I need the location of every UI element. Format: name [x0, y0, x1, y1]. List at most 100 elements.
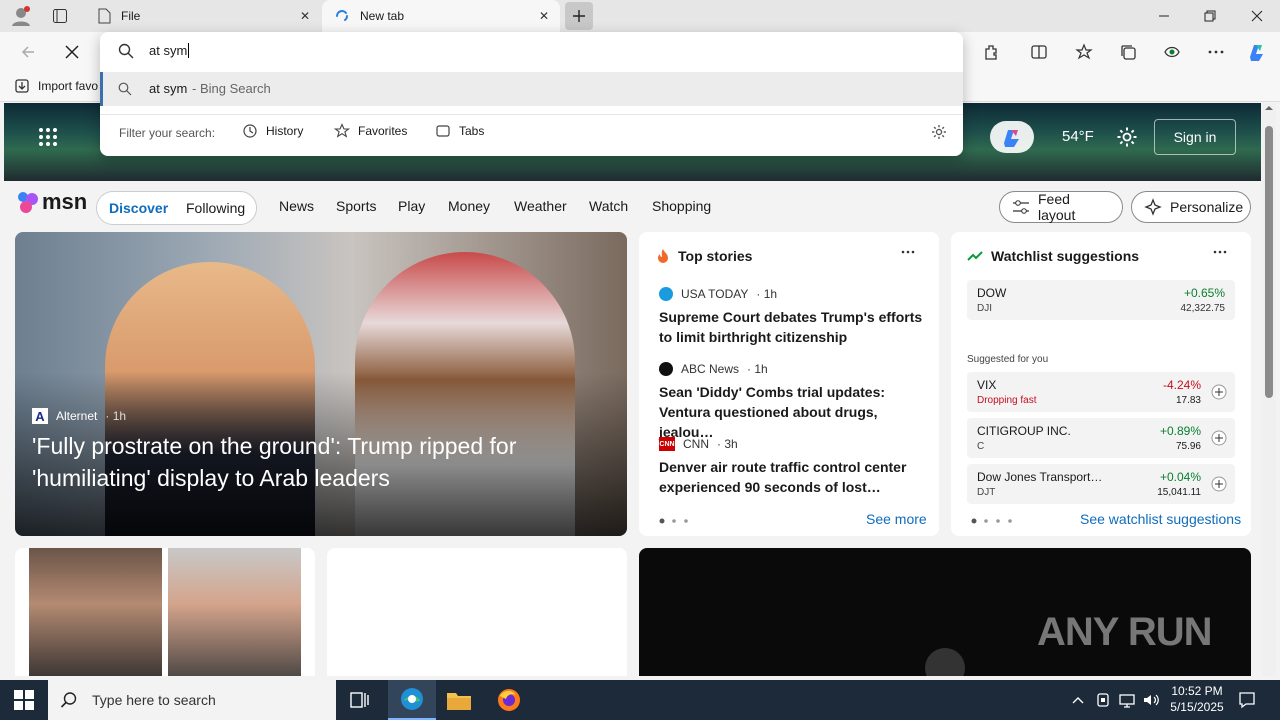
tabs-icon: [435, 123, 451, 139]
segment-discover[interactable]: Discover: [109, 200, 168, 216]
stock-sub: C: [977, 441, 985, 452]
story-item[interactable]: USA TODAY · 1h Supreme Court debates Tru…: [659, 287, 929, 347]
search-settings-gear-icon[interactable]: [931, 124, 947, 140]
add-to-watchlist-icon[interactable]: [1211, 476, 1227, 492]
suggestion-query: at sym: [149, 81, 188, 96]
edge-taskbar-icon[interactable]: [388, 680, 436, 720]
firefox-icon[interactable]: [496, 687, 522, 713]
more-options-icon[interactable]: [1202, 38, 1230, 66]
see-watchlist-link[interactable]: See watchlist suggestions: [1080, 511, 1241, 527]
stock-row[interactable]: CITIGROUP INC. C +0.89% 75.96: [967, 418, 1235, 458]
network-icon[interactable]: [1119, 692, 1135, 708]
stock-row[interactable]: Dow Jones Transport… DJT +0.04% 15,041.1…: [967, 464, 1235, 504]
stock-sub: DJT: [977, 487, 996, 498]
collections-icon[interactable]: [1114, 38, 1142, 66]
hero-source: A Alternet · 1h: [32, 408, 126, 424]
search-suggestion[interactable]: at sym - Bing Search: [100, 72, 963, 106]
nav-shopping[interactable]: Shopping: [652, 198, 711, 214]
restore-button[interactable]: [1187, 0, 1233, 32]
story-source: CNN CNN · 3h: [659, 437, 929, 451]
story-photo-left: [29, 548, 162, 676]
profile-icon[interactable]: [10, 5, 32, 27]
segment-following[interactable]: Following: [186, 200, 245, 216]
settings-gear-icon[interactable]: [1116, 126, 1138, 148]
tab-label: File: [121, 9, 141, 23]
chevron-up-icon[interactable]: [1071, 693, 1085, 707]
more-icon[interactable]: [1213, 249, 1227, 255]
nav-sports[interactable]: Sports: [336, 198, 376, 214]
back-arrow-icon[interactable]: [14, 38, 42, 66]
abc-news-logo-icon: [659, 362, 673, 376]
watchlist-header: Watchlist suggestions: [967, 248, 1139, 264]
close-window-button[interactable]: [1234, 0, 1280, 32]
add-to-watchlist-icon[interactable]: [1211, 430, 1227, 446]
new-tab-button[interactable]: [565, 2, 593, 30]
more-icon[interactable]: [901, 249, 915, 255]
taskbar-search-box[interactable]: Type here to search: [48, 680, 336, 720]
filter-history[interactable]: History: [242, 123, 303, 139]
add-to-watchlist-icon[interactable]: [1211, 384, 1227, 400]
filter-favorites[interactable]: Favorites: [334, 123, 407, 139]
personalize-label: Personalize: [1170, 199, 1244, 215]
story-card-image[interactable]: [15, 548, 315, 676]
stock-sub: Dropping fast: [977, 395, 1037, 406]
windows-start-icon[interactable]: [14, 690, 34, 710]
story-card-empty[interactable]: [327, 548, 627, 676]
minimize-button[interactable]: [1141, 0, 1187, 32]
nav-news[interactable]: News: [279, 198, 314, 214]
copilot-page-icon[interactable]: [990, 121, 1034, 153]
stock-change: +0.65%: [1183, 286, 1225, 300]
story-item[interactable]: ABC News · 1h Sean 'Diddy' Combs trial u…: [659, 362, 929, 442]
tab-new-tab[interactable]: New tab ✕: [322, 0, 560, 32]
import-favorites-link[interactable]: Import favo: [14, 78, 98, 94]
split-screen-icon[interactable]: [1025, 38, 1053, 66]
carousel-dots[interactable]: [971, 518, 1015, 524]
stop-loading-icon[interactable]: [58, 38, 86, 66]
close-tab-icon[interactable]: ✕: [536, 8, 552, 24]
security-icon[interactable]: [1096, 692, 1110, 708]
feed-layout-button[interactable]: Feed layout: [999, 191, 1123, 223]
browser-essentials-icon[interactable]: [1158, 38, 1186, 66]
favorites-star-icon[interactable]: [1070, 38, 1098, 66]
msn-logo[interactable]: msn: [16, 189, 87, 215]
sign-in-button[interactable]: Sign in: [1154, 119, 1236, 155]
personalize-button[interactable]: Personalize: [1131, 191, 1251, 223]
hero-headline[interactable]: 'Fully prostrate on the ground': Trump r…: [32, 430, 592, 494]
address-input[interactable]: at sym: [149, 43, 190, 58]
story-item[interactable]: CNN CNN · 3h Denver air route traffic co…: [659, 437, 929, 497]
filter-favorites-label: Favorites: [358, 124, 408, 138]
nav-money[interactable]: Money: [448, 198, 490, 214]
system-clock[interactable]: 10:52 PM 5/15/2025: [1166, 683, 1228, 715]
video-card[interactable]: ANY RUN: [639, 548, 1251, 676]
stock-row-dow[interactable]: DOW DJI +0.65% 42,322.75: [967, 280, 1235, 320]
carousel-dots[interactable]: [659, 518, 693, 524]
task-view-icon[interactable]: [350, 690, 370, 710]
nav-play[interactable]: Play: [398, 198, 425, 214]
apps-grid-icon[interactable]: [38, 127, 58, 147]
nav-watch[interactable]: Watch: [589, 198, 628, 214]
tab-file[interactable]: File ✕: [85, 0, 321, 32]
video-play-icon[interactable]: [925, 648, 965, 676]
notifications-icon[interactable]: [1238, 691, 1256, 709]
sliders-icon: [1012, 199, 1030, 215]
see-more-link[interactable]: See more: [866, 511, 927, 527]
scrollbar-thumb[interactable]: [1265, 126, 1273, 398]
volume-icon[interactable]: [1142, 692, 1160, 708]
nav-weather[interactable]: Weather: [514, 198, 567, 214]
copilot-icon[interactable]: [1243, 38, 1271, 66]
filter-tabs[interactable]: Tabs: [435, 123, 484, 139]
file-explorer-icon[interactable]: [446, 688, 472, 712]
stock-change: -4.24%: [1162, 378, 1201, 392]
stock-name: DOW: [977, 286, 1007, 300]
stock-name: Dow Jones Transport…: [977, 470, 1103, 484]
divider: [100, 114, 963, 115]
weather-temperature[interactable]: 54°F: [1062, 128, 1094, 145]
hero-story-card[interactable]: A Alternet · 1h 'Fully prostrate on the …: [15, 232, 627, 536]
extensions-icon[interactable]: [977, 38, 1005, 66]
tab-actions-icon[interactable]: [52, 8, 68, 24]
stock-row[interactable]: VIX Dropping fast -4.24% 17.83: [967, 372, 1235, 412]
stock-change: +0.89%: [1159, 424, 1201, 438]
hero-source-name: Alternet: [56, 409, 98, 423]
close-tab-icon[interactable]: ✕: [297, 8, 313, 24]
tab-label: New tab: [360, 9, 405, 23]
